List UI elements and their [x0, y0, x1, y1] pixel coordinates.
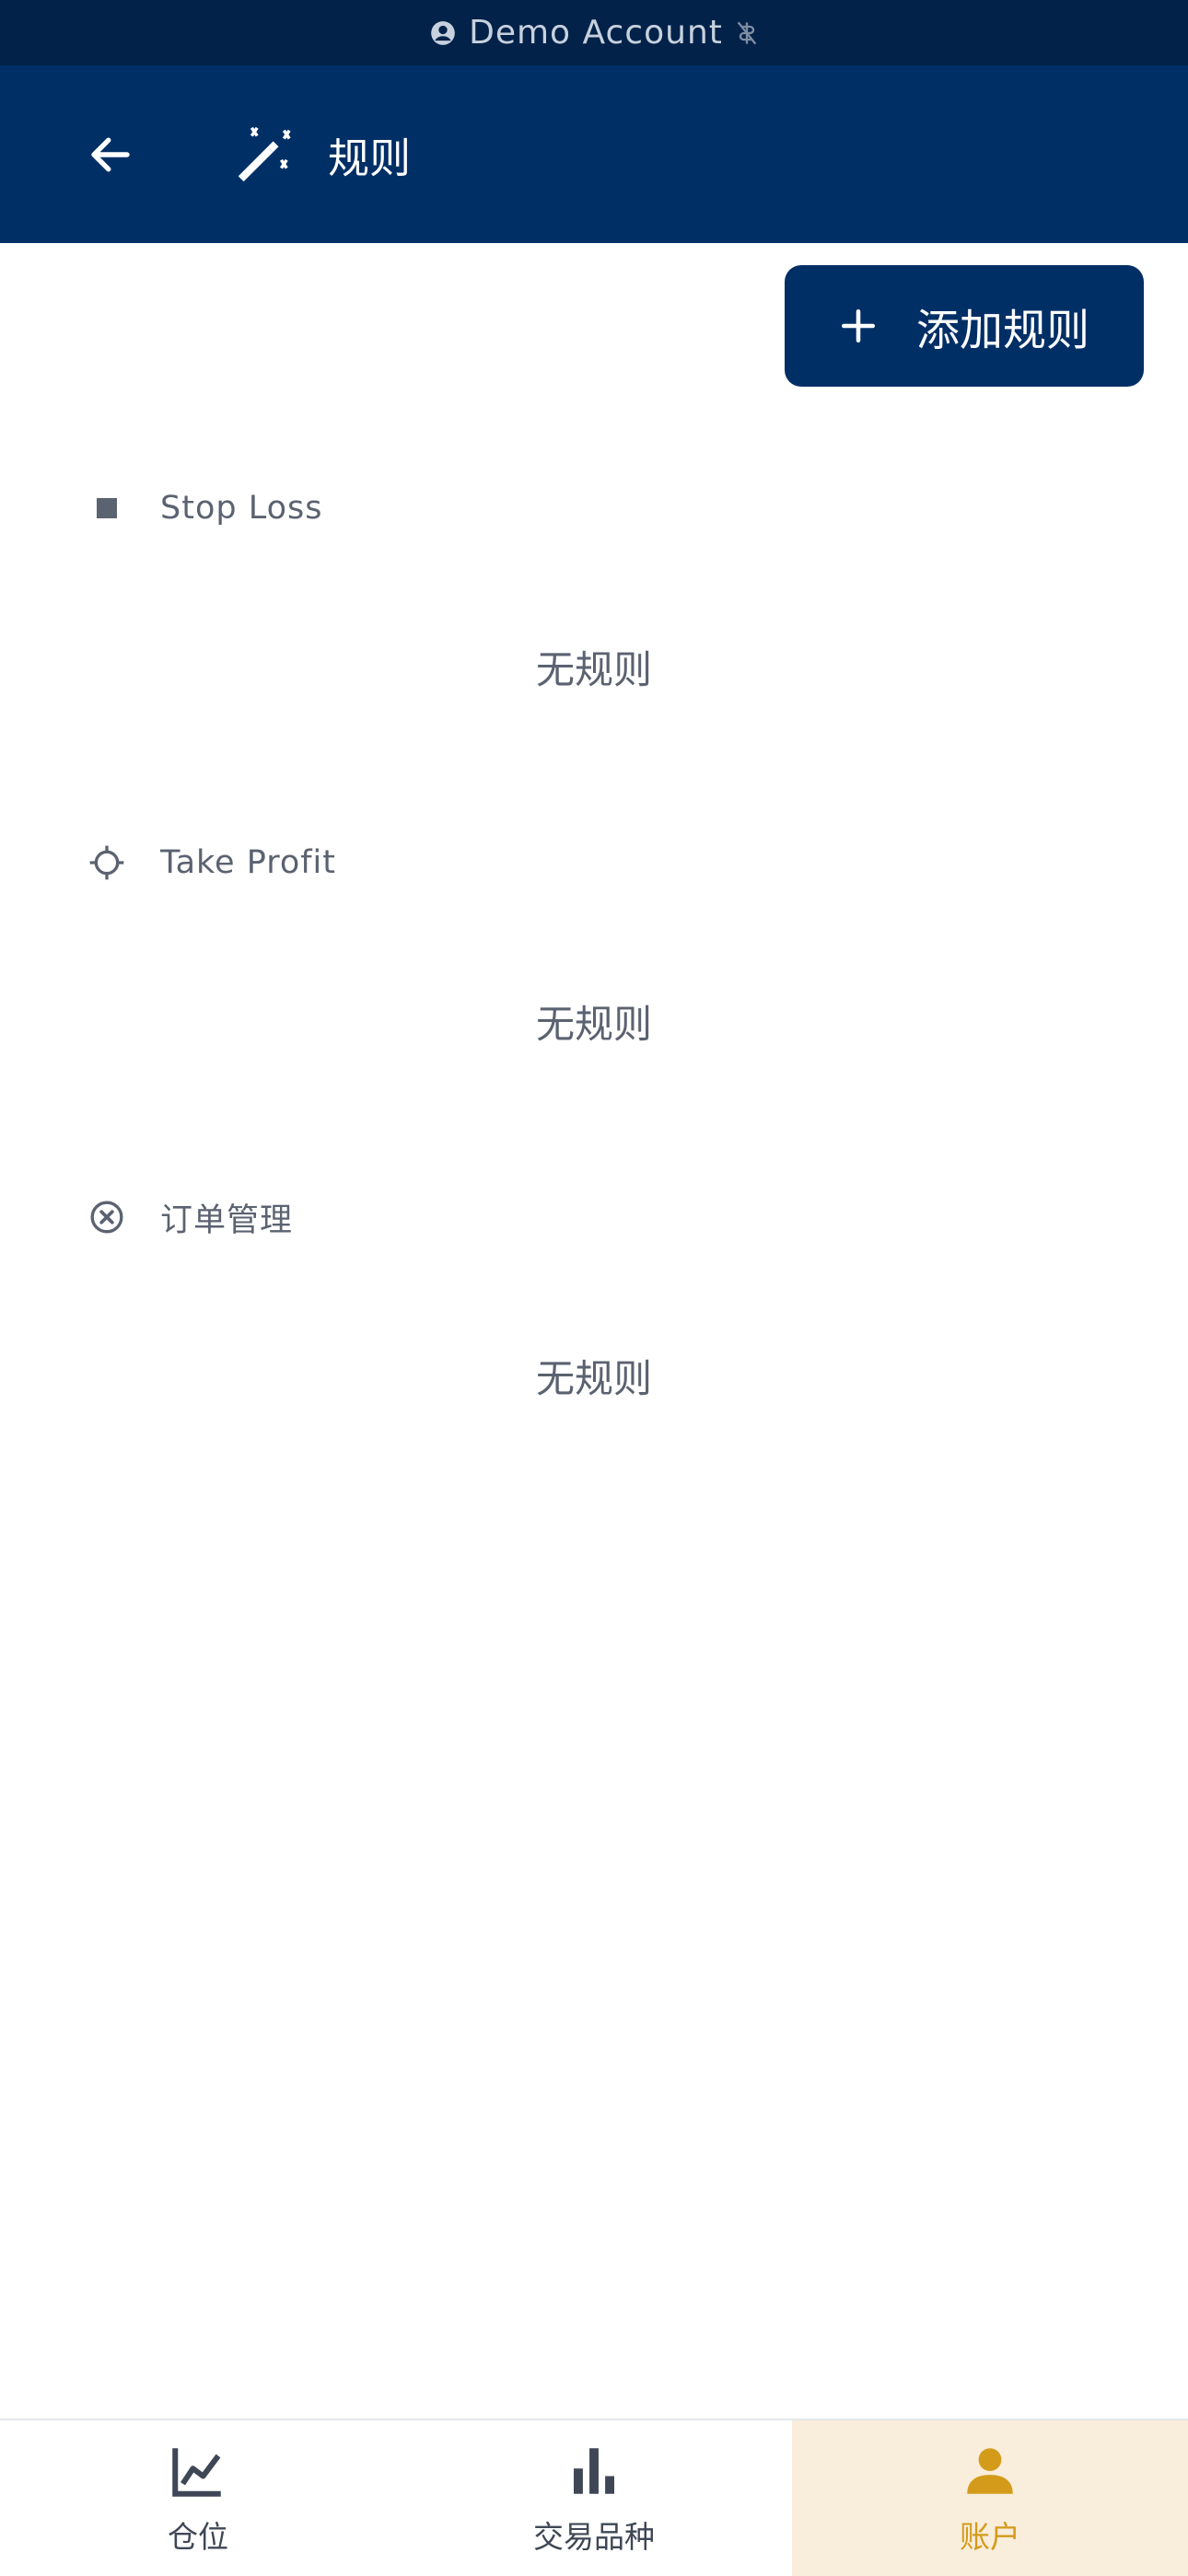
magic-wand-icon: [238, 126, 291, 181]
empty-rules-label: 无规则: [535, 647, 652, 692]
section-title: 订单管理: [160, 1201, 294, 1239]
arrow-left-icon: [91, 137, 130, 171]
plus-icon: [841, 308, 876, 343]
page-title: 规则: [328, 133, 412, 182]
cancel-circle-icon: [88, 1199, 125, 1236]
section-header-take-profit: Take Profit: [88, 835, 336, 890]
nav-label: 仓位: [168, 2518, 228, 2555]
app-bar: 规则: [0, 65, 1188, 243]
nav-item-account[interactable]: 账户: [792, 2420, 1188, 2576]
empty-rules-label: 无规则: [535, 1356, 652, 1401]
empty-rules-label: 无规则: [535, 1002, 652, 1047]
section-title: Take Profit: [160, 844, 337, 881]
nav-label: 交易品种: [533, 2518, 655, 2555]
no-signal-icon: [737, 21, 757, 44]
section-header-order-management: 订单管理: [88, 1189, 293, 1245]
add-rule-label: 添加规则: [916, 305, 1089, 356]
crosshair-icon: [88, 844, 125, 881]
line-chart-icon: [172, 2447, 221, 2497]
status-bar: Demo Account: [0, 0, 1188, 65]
bar-chart-icon: [574, 2447, 614, 2494]
bottom-nav: 仓位 交易品种 账户: [0, 2419, 1188, 2576]
section-header-stop-loss: Stop Loss: [88, 481, 322, 536]
stop-square-icon: [88, 490, 125, 527]
section-title: Stop Loss: [160, 490, 323, 527]
person-icon: [967, 2447, 1013, 2494]
back-button[interactable]: [74, 118, 147, 191]
nav-label: 账户: [960, 2518, 1020, 2555]
account-circle-icon: [431, 20, 455, 45]
nav-item-positions[interactable]: 仓位: [0, 2420, 396, 2576]
add-rule-button[interactable]: 添加规则: [785, 265, 1144, 387]
nav-item-instruments[interactable]: 交易品种: [396, 2420, 792, 2576]
account-label: Demo Account: [469, 14, 723, 52]
